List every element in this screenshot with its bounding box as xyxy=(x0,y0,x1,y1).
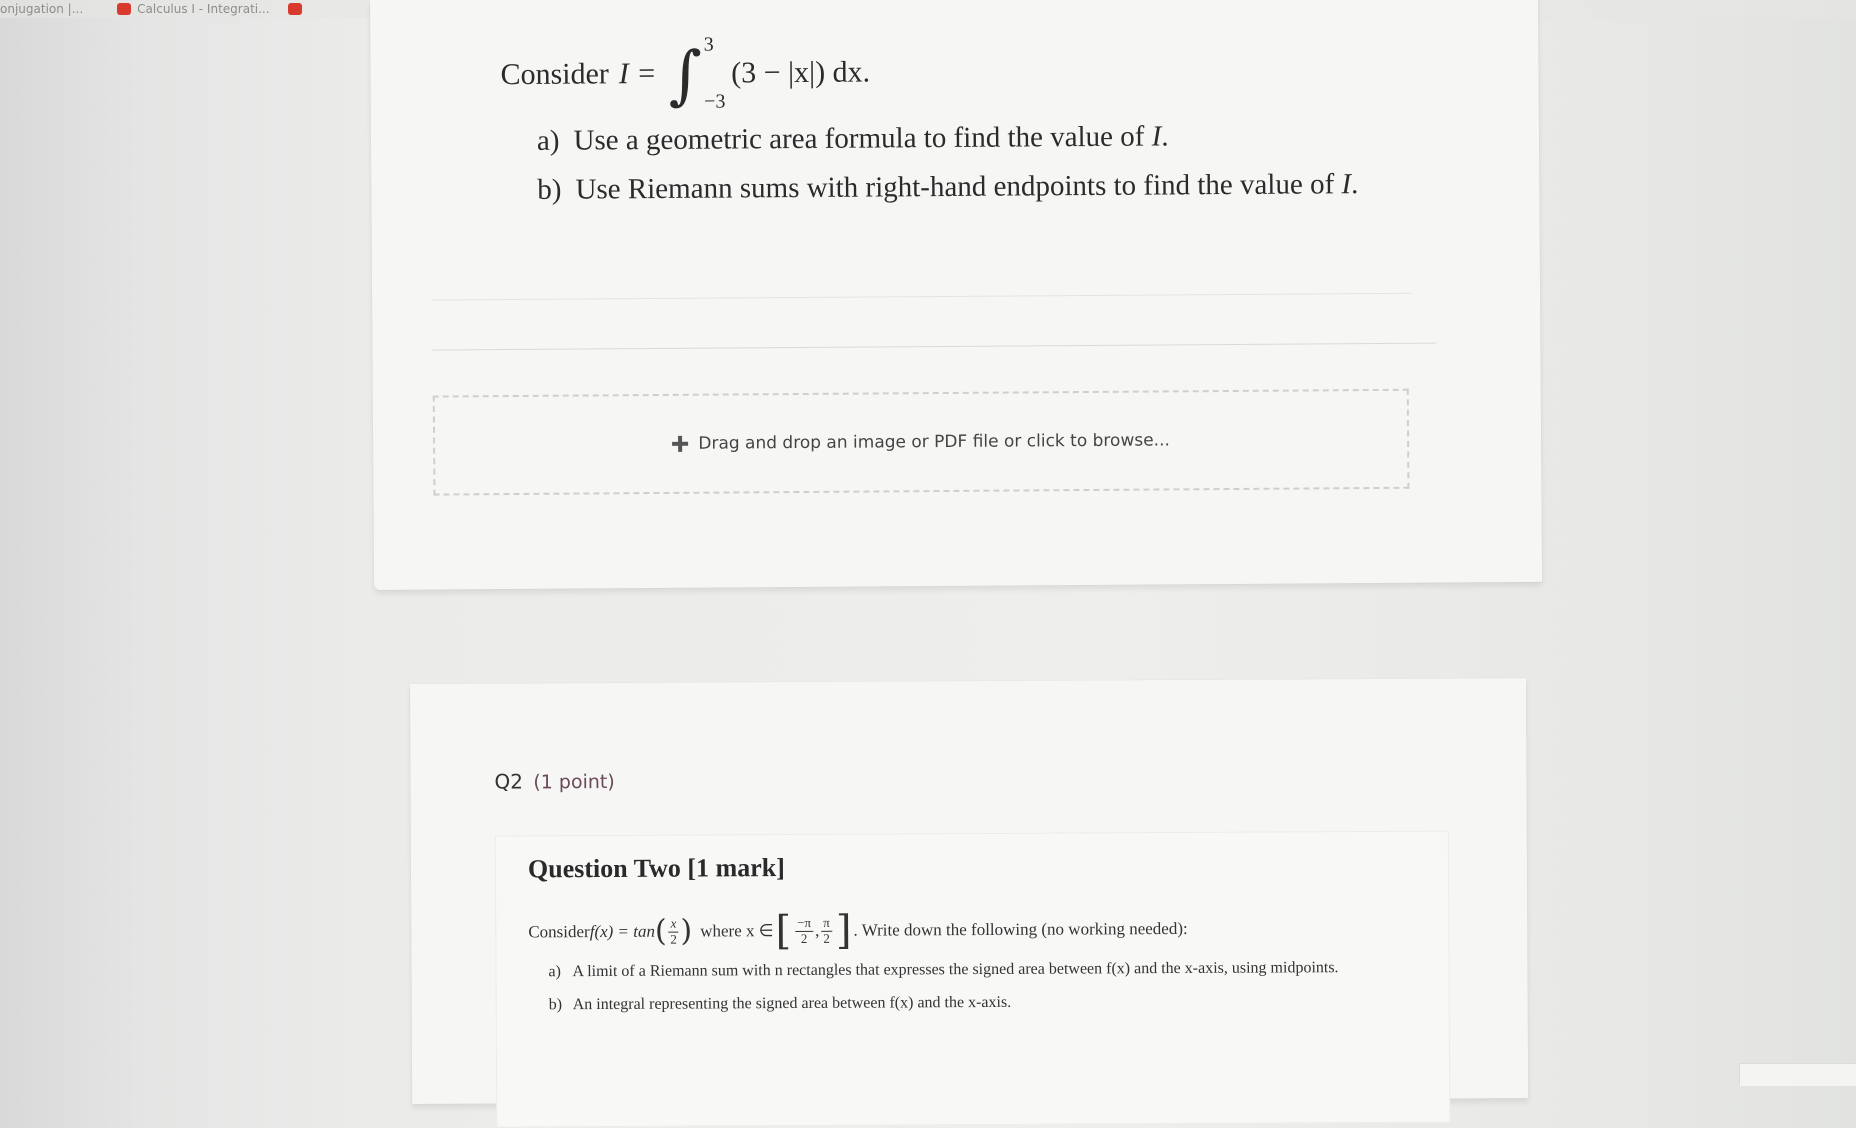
function-def: f(x) = tan xyxy=(589,921,656,942)
part-end: . xyxy=(1351,168,1359,201)
consider-text: Consider xyxy=(500,57,609,92)
q1-part-b: b) Use Riemann sums with right-hand endpo… xyxy=(537,168,1358,207)
youtube-icon xyxy=(117,3,132,15)
divider xyxy=(432,342,1437,351)
question-points: (1 point) xyxy=(533,770,615,794)
q1-parts-list: a) Use a geometric area formula to find t… xyxy=(537,119,1359,223)
fraction-denominator: 2 xyxy=(823,930,830,946)
fraction: −π 2 xyxy=(795,915,814,946)
youtube-icon xyxy=(287,3,302,15)
fraction-denominator: 2 xyxy=(670,931,677,947)
bookmark-item-1[interactable]: onjugation |... xyxy=(0,2,83,16)
left-paren-icon: ( xyxy=(654,913,667,949)
question-content-box: Question Two [1 mark] Consider f(x) = ta… xyxy=(494,830,1451,1128)
lower-limit: −3 xyxy=(704,90,726,113)
consider-text: Consider xyxy=(528,922,590,942)
part-letter: a) xyxy=(536,124,560,157)
part-text: An integral representing the signed area… xyxy=(572,994,1012,1014)
instruction-text: . Write down the following (no working n… xyxy=(853,918,1188,940)
question-number: Q2 xyxy=(494,769,524,794)
question-header: Q2 (1 point) xyxy=(494,769,615,794)
fraction: x 2 xyxy=(668,916,679,947)
part-text: A limit of a Riemann sum with n rectangl… xyxy=(572,959,1339,981)
upload-label: Drag and drop an image or PDF file or cl… xyxy=(698,430,1170,454)
question-2-card: Q2 (1 point) Question Two [1 mark] Consi… xyxy=(410,678,1529,1128)
comma: , xyxy=(815,920,820,940)
left-bracket-icon: [ xyxy=(775,908,792,955)
q2-part-a: a) A limit of a Riemann sum with n recta… xyxy=(548,956,1428,984)
fraction-denominator: 2 xyxy=(800,930,808,946)
corner-panel xyxy=(1739,1063,1856,1086)
question-1-card: Consider I = ∫ 3 −3 (3 − |x|) dx. a) Use … xyxy=(370,0,1543,590)
integral-lhs: I = xyxy=(618,57,657,91)
fraction-numerator: −π xyxy=(795,915,814,932)
part-text: Use a geometric area formula to find the… xyxy=(573,120,1152,157)
upload-prompt: Drag and drop an image or PDF file or cl… xyxy=(672,430,1170,453)
bookmark-label: Calculus I - Integrati... xyxy=(137,2,270,16)
fraction: π 2 xyxy=(821,915,832,946)
integral-sign-icon: ∫ xyxy=(668,38,703,113)
q1-part-a: a) Use a geometric area formula to find t… xyxy=(537,119,1358,158)
question-title: Question Two [1 mark] xyxy=(527,853,785,884)
q1-integral-statement: Consider I = ∫ 3 −3 (3 − |x|) dx. xyxy=(500,33,870,116)
q2-statement: Consider f(x) = tan ( x 2 ) where x ∈ [ … xyxy=(528,907,1428,955)
plus-icon xyxy=(672,436,688,452)
right-paren-icon: ) xyxy=(680,913,693,949)
q2-part-b: b) An integral representing the signed a… xyxy=(549,989,1429,1017)
right-bracket-icon: ] xyxy=(835,907,852,954)
part-end: . xyxy=(1161,120,1169,153)
part-letter: b) xyxy=(548,996,563,1014)
upper-limit: 3 xyxy=(703,33,714,56)
part-letter: b) xyxy=(537,173,562,206)
bookmark-label: onjugation |... xyxy=(0,2,84,16)
fraction-numerator: π xyxy=(821,915,832,932)
integral-limits: 3 −3 xyxy=(704,34,726,114)
q2-parts-list: a) A limit of a Riemann sum with n recta… xyxy=(548,956,1428,1027)
part-text: Use Riemann sums with right-hand endpoin… xyxy=(575,168,1342,206)
file-upload-dropzone[interactable]: Drag and drop an image or PDF file or cl… xyxy=(432,388,1410,496)
part-letter: a) xyxy=(548,963,561,981)
divider xyxy=(432,292,1413,301)
bookmark-item-3[interactable] xyxy=(287,3,308,15)
fraction-numerator: x xyxy=(668,916,679,933)
bookmark-item-2[interactable]: Calculus I - Integrati... xyxy=(117,2,270,16)
integrand: (3 − |x|) dx. xyxy=(731,55,871,90)
part-var: I xyxy=(1341,168,1352,201)
domain-text: where x ∈ xyxy=(700,921,774,941)
